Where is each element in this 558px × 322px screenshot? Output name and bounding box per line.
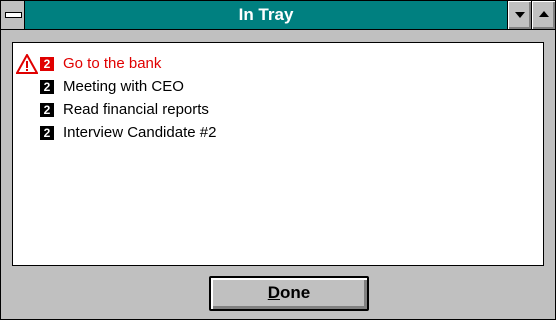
- in-tray-window: In Tray 2 Go to the bank 2 Meeting with …: [0, 0, 556, 320]
- list-item-label: Interview Candidate #2: [63, 124, 217, 141]
- system-menu-icon: [5, 12, 22, 18]
- footer: Done: [1, 267, 555, 319]
- priority-badge: 2: [40, 103, 54, 117]
- arrow-up-icon: [539, 11, 549, 17]
- maximize-button[interactable]: [531, 1, 555, 29]
- system-menu-button[interactable]: [1, 1, 25, 29]
- list-item-label: Meeting with CEO: [63, 78, 184, 95]
- list-item-label: Read financial reports: [63, 101, 209, 118]
- priority-badge: 2: [40, 126, 54, 140]
- list-item[interactable]: 2 Read financial reports: [13, 99, 543, 121]
- list-item[interactable]: 2 Go to the bank: [13, 53, 543, 75]
- minimize-button[interactable]: [507, 1, 531, 29]
- arrow-down-icon: [515, 12, 525, 18]
- title-bar[interactable]: In Tray: [1, 1, 555, 30]
- done-label-rest: one: [280, 283, 311, 302]
- priority-badge: 2: [40, 80, 54, 94]
- list-item[interactable]: 2 Interview Candidate #2: [13, 122, 543, 144]
- task-list[interactable]: 2 Go to the bank 2 Meeting with CEO 2 Re…: [12, 42, 544, 266]
- priority-badge: 2: [40, 57, 54, 71]
- done-button[interactable]: Done: [209, 276, 369, 311]
- warning-triangle-icon: [16, 54, 38, 74]
- list-item[interactable]: 2 Meeting with CEO: [13, 76, 543, 98]
- done-mnemonic: D: [267, 283, 281, 302]
- list-item-label: Go to the bank: [63, 55, 162, 72]
- window-title: In Tray: [238, 5, 294, 24]
